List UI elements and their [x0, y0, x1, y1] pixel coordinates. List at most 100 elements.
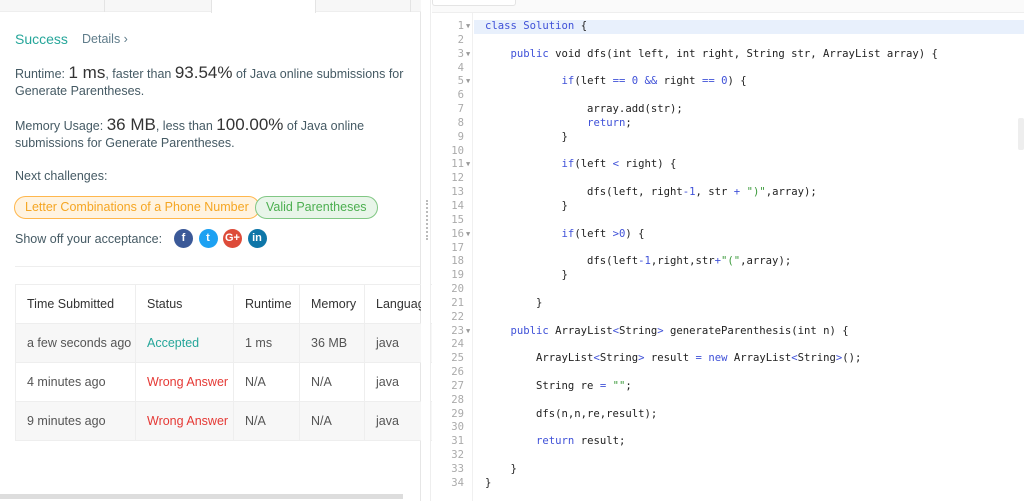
tab-submissions-active[interactable]	[211, 0, 316, 13]
pane-divider[interactable]	[421, 0, 431, 501]
tab[interactable]	[316, 0, 411, 12]
code-text[interactable]: class Solution {	[474, 20, 1024, 34]
twitter-icon[interactable]: t	[198, 229, 218, 248]
code-text[interactable]	[474, 145, 1024, 159]
code-text[interactable]: }	[474, 269, 1024, 283]
cell-status[interactable]: Wrong Answer	[135, 362, 234, 402]
code-line[interactable]: 1 ▼ class Solution {	[432, 20, 1024, 34]
challenge-chip-valid-parentheses[interactable]: Valid Parentheses	[255, 196, 378, 219]
code-area[interactable]: 1 ▼ class Solution {2 3 ▼ public void dfs(i…	[432, 20, 1024, 491]
code-text[interactable]: ArrayList<String> result = new ArrayList…	[474, 352, 1024, 366]
code-text[interactable]: public void dfs(int left, int right, Str…	[474, 48, 1024, 62]
fold-arrow-icon[interactable]: ▼	[466, 20, 470, 34]
code-line[interactable]: 27 String re = "";	[432, 380, 1024, 394]
code-line[interactable]: 7 array.add(str);	[432, 103, 1024, 117]
code-line[interactable]: 34}	[432, 477, 1024, 491]
linkedin-icon[interactable]: in	[247, 229, 267, 248]
code-text[interactable]: }	[474, 200, 1024, 214]
code-text[interactable]	[474, 394, 1024, 408]
code-line[interactable]: 32	[432, 449, 1024, 463]
code-line[interactable]: 18 dfs(left-1,right,str+"(",array);	[432, 255, 1024, 269]
column-header-status[interactable]: Status	[135, 284, 234, 324]
code-text[interactable]: public ArrayList<String> generateParenth…	[474, 325, 1024, 339]
code-line[interactable]: 20	[432, 283, 1024, 297]
facebook-icon[interactable]: f	[174, 229, 193, 248]
code-line[interactable]: 19 }	[432, 269, 1024, 283]
code-line[interactable]: 4	[432, 62, 1024, 76]
code-line[interactable]: 31 return result;	[432, 435, 1024, 449]
vertical-scrollbar[interactable]	[1018, 118, 1024, 150]
code-line[interactable]: 12	[432, 172, 1024, 186]
code-text[interactable]: String re = "";	[474, 380, 1024, 394]
column-header-time[interactable]: Time Submitted	[15, 284, 136, 324]
code-text[interactable]: }	[474, 297, 1024, 311]
code-text[interactable]: }	[474, 463, 1024, 477]
code-line[interactable]: 24	[432, 338, 1024, 352]
code-editor[interactable]: 1 ▼ class Solution {2 3 ▼ public void dfs(i…	[432, 0, 1024, 501]
table-row[interactable]: 9 minutes ago Wrong Answer N/A N/A java	[15, 401, 436, 441]
code-text[interactable]: if(left >0) {	[474, 228, 1024, 242]
code-line[interactable]: 26	[432, 366, 1024, 380]
code-text[interactable]: return;	[474, 117, 1024, 131]
code-line[interactable]: 17	[432, 242, 1024, 256]
language-select[interactable]	[432, 0, 516, 6]
code-line[interactable]: 9 }	[432, 131, 1024, 145]
code-line[interactable]: 22	[432, 311, 1024, 325]
fold-arrow-icon[interactable]: ▼	[466, 75, 470, 89]
code-text[interactable]	[474, 89, 1024, 103]
code-line[interactable]: 8 return;	[432, 117, 1024, 131]
code-text[interactable]	[474, 214, 1024, 228]
code-line[interactable]: 30	[432, 421, 1024, 435]
code-line[interactable]: 3 ▼ public void dfs(int left, int right, …	[432, 48, 1024, 62]
fold-arrow-icon[interactable]: ▼	[466, 48, 470, 62]
code-line[interactable]: 13 dfs(left, right-1, str + ")",array);	[432, 186, 1024, 200]
code-line[interactable]: 28	[432, 394, 1024, 408]
code-text[interactable]	[474, 242, 1024, 256]
code-line[interactable]: 2	[432, 34, 1024, 48]
code-text[interactable]	[474, 338, 1024, 352]
code-line[interactable]: 10	[432, 145, 1024, 159]
code-line[interactable]: 16 ▼ if(left >0) {	[432, 228, 1024, 242]
fold-arrow-icon[interactable]: ▼	[466, 228, 470, 242]
code-text[interactable]	[474, 449, 1024, 463]
details-link[interactable]: Details ›	[82, 32, 128, 46]
column-header-memory[interactable]: Memory	[299, 284, 365, 324]
code-text[interactable]	[474, 366, 1024, 380]
code-text[interactable]	[474, 62, 1024, 76]
horizontal-scrollbar[interactable]	[0, 494, 403, 499]
code-text[interactable]	[474, 421, 1024, 435]
code-line[interactable]: 21 }	[432, 297, 1024, 311]
code-text[interactable]: if(left == 0 && right == 0) {	[474, 75, 1024, 89]
code-text[interactable]: if(left < right) {	[474, 158, 1024, 172]
table-row[interactable]: a few seconds ago Accepted 1 ms 36 MB ja…	[15, 323, 436, 363]
code-text[interactable]: array.add(str);	[474, 103, 1024, 117]
code-text[interactable]	[474, 172, 1024, 186]
code-text[interactable]: dfs(n,n,re,result);	[474, 408, 1024, 422]
code-text[interactable]	[474, 311, 1024, 325]
drag-handle-icon[interactable]	[426, 200, 428, 240]
code-text[interactable]: return result;	[474, 435, 1024, 449]
code-line[interactable]: 25 ArrayList<String> result = new ArrayL…	[432, 352, 1024, 366]
tab[interactable]	[0, 0, 105, 12]
google-plus-icon[interactable]: G+	[223, 229, 242, 248]
code-line[interactable]: 5 ▼ if(left == 0 && right == 0) {	[432, 75, 1024, 89]
code-line[interactable]: 23 ▼ public ArrayList<String> generatePar…	[432, 325, 1024, 339]
code-line[interactable]: 29 dfs(n,n,re,result);	[432, 408, 1024, 422]
code-text[interactable]: dfs(left, right-1, str + ")",array);	[474, 186, 1024, 200]
code-line[interactable]: 14 }	[432, 200, 1024, 214]
challenge-chip-letter-combinations[interactable]: Letter Combinations of a Phone Number	[14, 196, 260, 219]
code-line[interactable]: 11 ▼ if(left < right) {	[432, 158, 1024, 172]
fold-arrow-icon[interactable]: ▼	[466, 158, 470, 172]
code-text[interactable]: }	[474, 131, 1024, 145]
cell-status[interactable]: Wrong Answer	[135, 401, 234, 441]
table-row[interactable]: 4 minutes ago Wrong Answer N/A N/A java	[15, 362, 436, 402]
code-line[interactable]: 6	[432, 89, 1024, 103]
code-text[interactable]	[474, 283, 1024, 297]
code-line[interactable]: 15	[432, 214, 1024, 228]
cell-status[interactable]: Accepted	[135, 323, 234, 363]
code-text[interactable]	[474, 34, 1024, 48]
column-header-runtime[interactable]: Runtime	[233, 284, 300, 324]
code-line[interactable]: 33 }	[432, 463, 1024, 477]
fold-arrow-icon[interactable]: ▼	[466, 325, 470, 339]
code-text[interactable]: dfs(left-1,right,str+"(",array);	[474, 255, 1024, 269]
